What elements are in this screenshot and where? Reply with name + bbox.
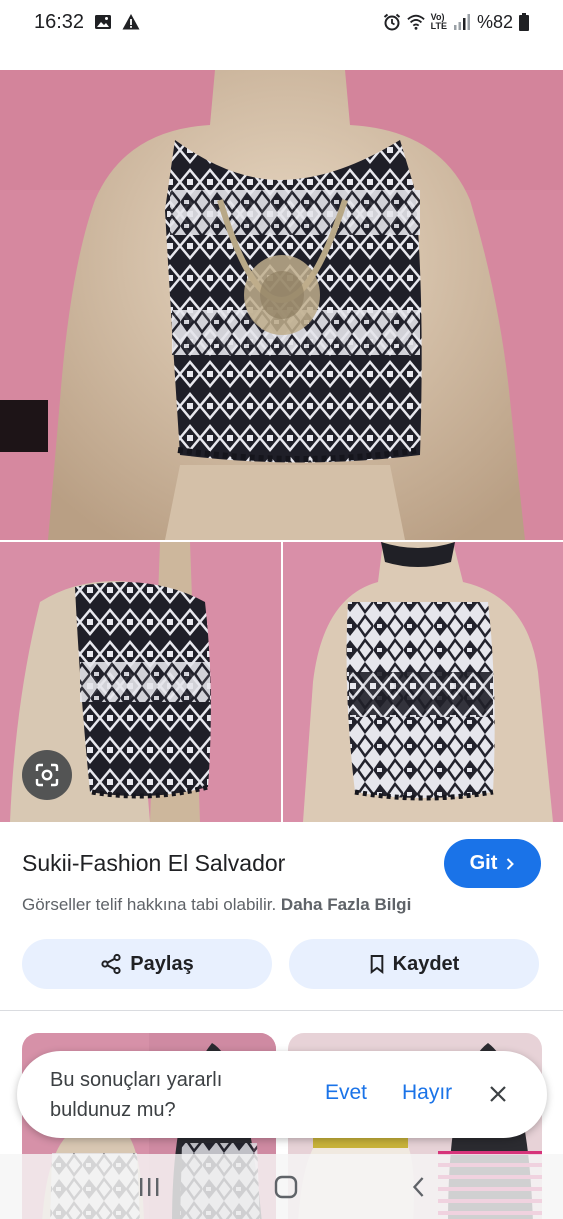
share-icon [101, 953, 121, 975]
hero-image[interactable] [0, 70, 563, 540]
share-button[interactable]: Paylaş [22, 939, 272, 989]
chevron-right-icon [507, 857, 515, 870]
share-label: Paylaş [130, 952, 194, 975]
status-time: 16:32 [34, 10, 85, 33]
signal-icon [453, 14, 470, 30]
divider [0, 1010, 563, 1011]
recents-icon[interactable] [136, 1175, 162, 1199]
close-icon[interactable] [487, 1083, 509, 1105]
warning-icon [122, 14, 140, 30]
site-title[interactable]: Sukii-Fashion El Salvador [22, 850, 285, 877]
home-icon[interactable] [273, 1174, 299, 1200]
go-button[interactable]: Git [444, 839, 541, 888]
back-view-image[interactable] [283, 542, 563, 822]
alarm-icon [383, 13, 400, 31]
wifi-icon [406, 14, 425, 30]
go-button-label: Git [469, 852, 498, 874]
lens-icon [35, 763, 59, 787]
feedback-card: Bu sonuçları yararlı buldunuz mu? Evet H… [17, 1051, 547, 1138]
battery-icon [519, 13, 529, 31]
back-icon[interactable] [410, 1174, 428, 1200]
navigation-bar [0, 1154, 563, 1219]
feedback-yes-button[interactable]: Evet [325, 1081, 367, 1105]
image-icon [95, 15, 112, 29]
save-label: Kaydet [392, 952, 460, 975]
status-bar: 16:32 Vo) LTE %82 [0, 0, 563, 44]
copyright-text: Görseller telif hakkına tabi olabilir. [22, 895, 277, 914]
learn-more-link[interactable]: Daha Fazla Bilgi [281, 895, 411, 914]
lens-search-button[interactable] [22, 750, 72, 800]
battery-percent: %82 [476, 11, 513, 32]
bookmark-icon [370, 955, 383, 974]
volte-indicator: Vo) LTE [430, 12, 447, 31]
feedback-question: Bu sonuçları yararlı buldunuz mu? [50, 1069, 223, 1121]
feedback-no-button[interactable]: Hayır [402, 1081, 452, 1105]
save-button[interactable]: Kaydet [289, 939, 539, 989]
copyright-notice: Görseller telif hakkına tabi olabilir. D… [22, 895, 411, 915]
